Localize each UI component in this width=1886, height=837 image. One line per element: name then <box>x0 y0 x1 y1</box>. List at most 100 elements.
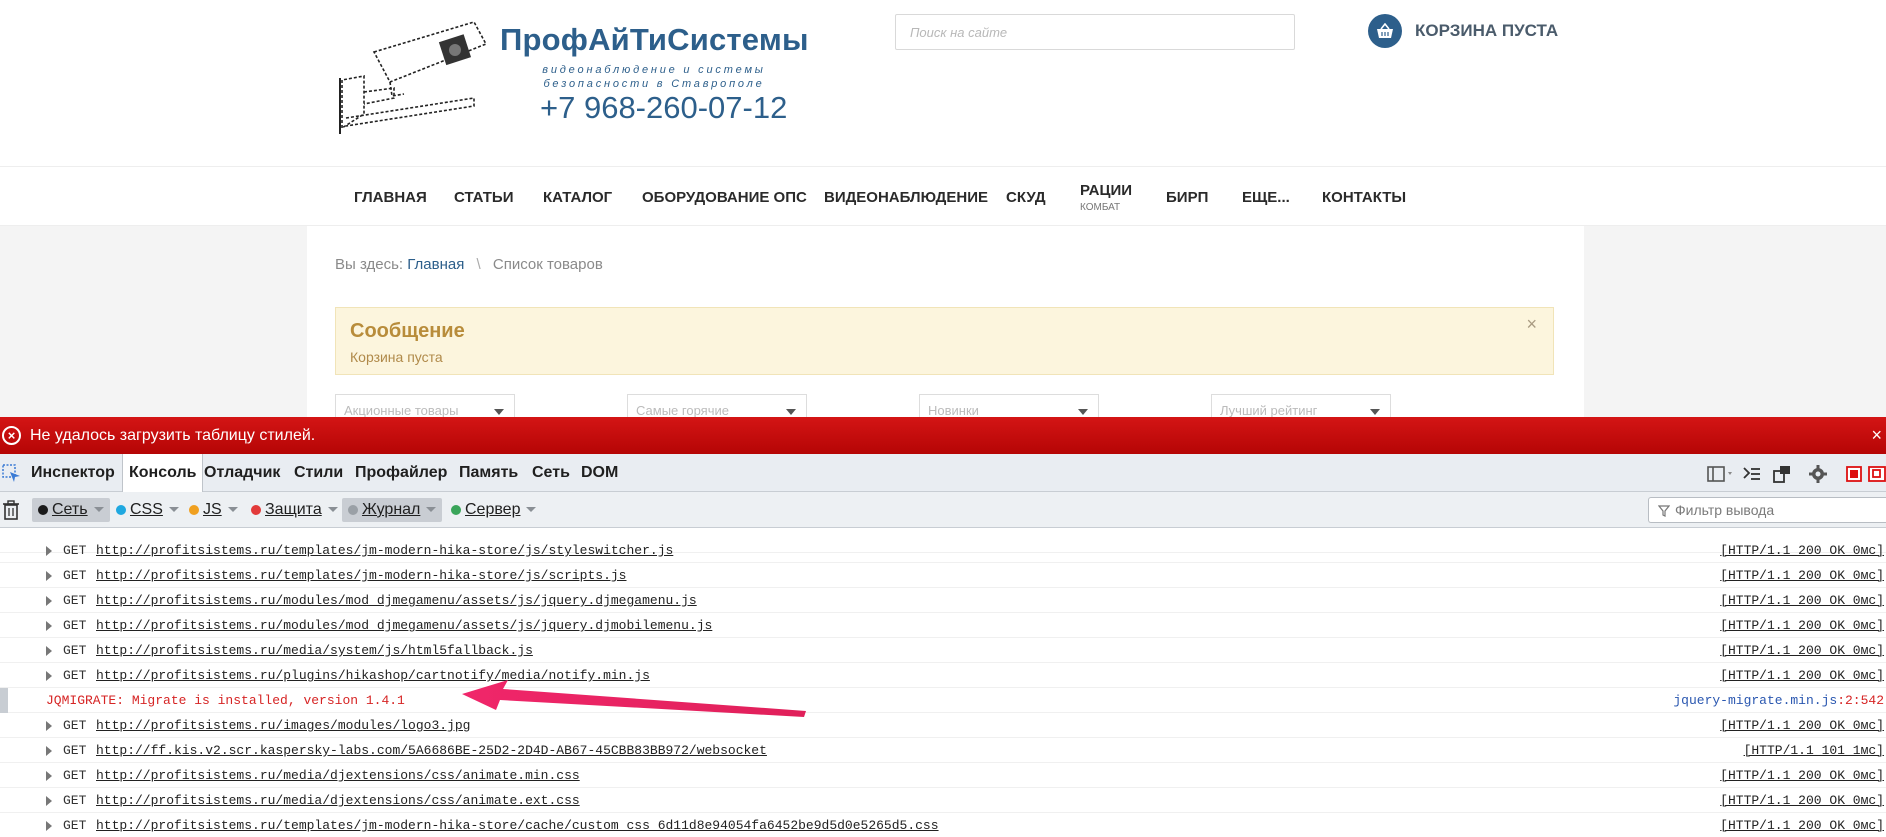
nav-item-radios[interactable]: РАЦИИ КОМБАТ <box>1080 167 1132 227</box>
tab-dom[interactable]: DOM <box>581 454 618 492</box>
expand-triangle-icon[interactable] <box>46 771 52 781</box>
request-url[interactable]: http://profitsistems.ru/modules/mod_djme… <box>96 593 697 608</box>
tab-styles[interactable]: Стили <box>294 454 343 492</box>
breadcrumb-home-link[interactable]: Главная <box>407 256 464 273</box>
basket-icon[interactable] <box>1368 14 1402 48</box>
filter-output-input[interactable] <box>1648 497 1886 523</box>
dock-icon[interactable] <box>1846 464 1862 484</box>
warning-source-link[interactable]: jquery-migrate.min.js:2:542 <box>1673 693 1884 708</box>
filter-dropdown-new[interactable]: Новинки <box>919 394 1099 418</box>
filter-dropdown-hot[interactable]: Самые горячие <box>627 394 807 418</box>
log-row[interactable]: GET http://ff.kis.v2.scr.kaspersky-labs.c… <box>0 738 1886 763</box>
cart-widget[interactable]: КОРЗИНА ПУСТА <box>1368 14 1558 48</box>
request-status[interactable]: [HTTP/1.1 200 OK 0мс] <box>1720 593 1884 608</box>
nav-item-skud[interactable]: СКУД <box>1006 167 1046 227</box>
phone-number[interactable]: +7 968-260-07-12 <box>540 90 787 126</box>
filter-log-button[interactable]: Журнал <box>342 498 443 522</box>
log-row[interactable]: GET http://profitsistems.ru/media/djexten… <box>0 788 1886 813</box>
log-warning-row[interactable]: JQMIGRATE: Migrate is installed, version… <box>0 688 1886 713</box>
expand-triangle-icon[interactable] <box>46 746 52 756</box>
request-status[interactable]: [HTTP/1.1 200 OK 0мс] <box>1720 618 1884 633</box>
request-url[interactable]: http://profitsistems.ru/media/djextensio… <box>96 768 580 783</box>
expand-triangle-icon[interactable] <box>46 546 52 556</box>
request-url[interactable]: http://profitsistems.ru/templates/jm-mod… <box>96 818 939 833</box>
request-status[interactable]: [HTTP/1.1 200 OK 0мс] <box>1720 543 1884 558</box>
log-row[interactable]: GET http://profitsistems.ru/templates/jm-… <box>0 563 1886 588</box>
request-status[interactable]: [HTTP/1.1 200 OK 0мс] <box>1720 818 1884 833</box>
error-banner-text: Не удалось загрузить таблицу стилей. <box>30 426 316 444</box>
gear-icon[interactable] <box>1808 464 1828 484</box>
log-row[interactable]: GET http://profitsistems.ru/media/system/… <box>0 638 1886 663</box>
filter-js-button[interactable]: JS <box>183 498 244 522</box>
request-status[interactable]: [HTTP/1.1 200 OK 0мс] <box>1720 718 1884 733</box>
request-status[interactable]: [HTTP/1.1 200 OK 0мс] <box>1720 668 1884 683</box>
request-url[interactable]: http://profitsistems.ru/modules/mod_djme… <box>96 618 712 633</box>
filter-dropdown-rating[interactable]: Лучший рейтинг <box>1211 394 1391 418</box>
expand-triangle-icon[interactable] <box>46 721 52 731</box>
tab-debugger[interactable]: Отладчик <box>204 454 280 492</box>
filter-label: Акционные товары <box>344 403 459 418</box>
layout-toggle-icon[interactable] <box>1706 464 1736 484</box>
warning-source-line[interactable]: :2:542 <box>1837 693 1884 708</box>
nav-item-birp[interactable]: БИРП <box>1166 167 1208 227</box>
tab-memory[interactable]: Память <box>459 454 518 492</box>
log-row[interactable]: GET http://profitsistems.ru/templates/jm-… <box>0 538 1886 563</box>
log-row[interactable]: GET http://profitsistems.ru/modules/mod_d… <box>0 613 1886 638</box>
log-row[interactable]: GET http://profitsistems.ru/plugins/hikas… <box>0 663 1886 688</box>
filter-net-button[interactable]: Сеть <box>32 498 110 522</box>
nav-item-catalog[interactable]: КАТАЛОГ <box>543 167 612 227</box>
request-method: GET <box>63 643 87 658</box>
log-row[interactable]: GET http://profitsistems.ru/media/djexten… <box>0 763 1886 788</box>
filter-css-button[interactable]: CSS <box>110 498 185 522</box>
brand-name[interactable]: ПрофАйТиСистемы <box>500 22 809 58</box>
element-picker-icon[interactable] <box>2 464 22 484</box>
expand-triangle-icon[interactable] <box>46 671 52 681</box>
request-url[interactable]: http://profitsistems.ru/media/system/js/… <box>96 643 533 658</box>
tab-network[interactable]: Сеть <box>532 454 570 492</box>
request-status[interactable]: [HTTP/1.1 101 1мс] <box>1744 743 1884 758</box>
tab-console[interactable]: Консоль <box>122 454 204 492</box>
nav-item-more[interactable]: ЕЩЕ... <box>1242 167 1290 227</box>
nav-item-video-surveillance[interactable]: ВИДЕОНАБЛЮДЕНИЕ <box>824 167 988 227</box>
request-status[interactable]: [HTTP/1.1 200 OK 0мс] <box>1720 643 1884 658</box>
warning-source-file[interactable]: jquery-migrate.min.js <box>1673 693 1837 708</box>
site-search-input[interactable] <box>895 14 1295 50</box>
split-console-icon[interactable] <box>1742 464 1762 484</box>
nav-item-articles[interactable]: СТАТЬИ <box>454 167 514 227</box>
request-url[interactable]: http://profitsistems.ru/templates/jm-mod… <box>96 543 673 558</box>
message-close-icon[interactable]: × <box>1526 315 1537 333</box>
stylesheet-error-banner: × Не удалось загрузить таблицу стилей. × <box>0 417 1886 454</box>
filter-server-button[interactable]: Сервер <box>445 498 542 522</box>
request-status[interactable]: [HTTP/1.1 200 OK 0мс] <box>1720 793 1884 808</box>
nav-item-home[interactable]: ГЛАВНАЯ <box>354 167 427 227</box>
filter-security-button[interactable]: Защита <box>245 498 344 522</box>
nav-item-contacts[interactable]: КОНТАКТЫ <box>1322 167 1406 227</box>
trash-icon[interactable] <box>2 500 20 520</box>
expand-triangle-icon[interactable] <box>46 821 52 831</box>
request-url[interactable]: http://ff.kis.v2.scr.kaspersky-labs.com/… <box>96 743 767 758</box>
expand-triangle-icon[interactable] <box>46 596 52 606</box>
filter-button-label: Защита <box>265 501 322 518</box>
request-url[interactable]: http://profitsistems.ru/media/djextensio… <box>96 793 580 808</box>
expand-triangle-icon[interactable] <box>46 571 52 581</box>
cart-label[interactable]: КОРЗИНА ПУСТА <box>1415 21 1558 41</box>
expand-triangle-icon[interactable] <box>46 646 52 656</box>
expand-triangle-icon[interactable] <box>46 796 52 806</box>
close-devtools-icon[interactable] <box>1868 464 1886 484</box>
request-status[interactable]: [HTTP/1.1 200 OK 0мс] <box>1720 768 1884 783</box>
close-icon[interactable]: × <box>1871 425 1882 446</box>
request-url[interactable]: http://profitsistems.ru/plugins/hikashop… <box>96 668 650 683</box>
nav-item-ops-equipment[interactable]: ОБОРУДОВАНИЕ ОПС <box>642 167 807 227</box>
log-row[interactable]: GET http://profitsistems.ru/templates/jm-… <box>0 813 1886 837</box>
expand-triangle-icon[interactable] <box>46 621 52 631</box>
responsive-design-icon[interactable] <box>1772 464 1792 484</box>
request-status[interactable]: [HTTP/1.1 200 OK 0мс] <box>1720 568 1884 583</box>
request-url[interactable]: http://profitsistems.ru/images/modules/l… <box>96 718 470 733</box>
tab-inspector[interactable]: Инспектор <box>31 454 115 492</box>
log-row[interactable]: GET http://profitsistems.ru/images/module… <box>0 713 1886 738</box>
filter-dropdown-promo[interactable]: Акционные товары <box>335 394 515 418</box>
tab-profiler[interactable]: Профайлер <box>355 454 447 492</box>
log-row[interactable]: GET http://profitsistems.ru/modules/mod_d… <box>0 588 1886 613</box>
request-url[interactable]: http://profitsistems.ru/templates/jm-mod… <box>96 568 627 583</box>
camera-logo-icon[interactable] <box>334 18 494 136</box>
